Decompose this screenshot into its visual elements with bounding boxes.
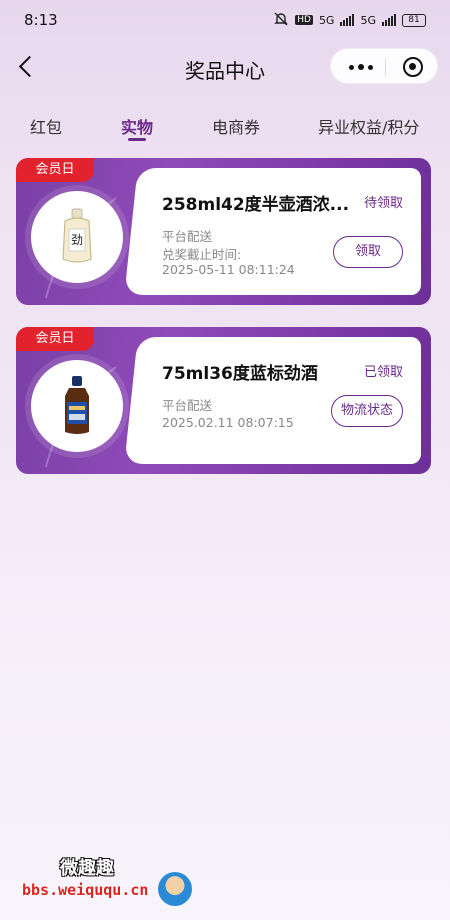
prize-card: 会员日 75ml36度蓝标劲酒 已领取 平台配送 2025.02.11 08:0… — [16, 327, 431, 474]
svg-text:劲: 劲 — [71, 233, 83, 247]
network-label-1: 5G — [318, 13, 335, 27]
signal-icon — [340, 14, 355, 26]
product-name: 258ml42度半壶酒浓... — [162, 195, 350, 215]
mute-bell-icon — [273, 11, 289, 30]
deadline-label: 兑奖截止时间: — [162, 247, 242, 262]
active-tab-indicator — [128, 138, 146, 141]
more-options-icon[interactable] — [345, 55, 377, 79]
tab-hongbao[interactable]: 红包 — [30, 114, 62, 138]
deadline-date: 2025-05-11 08:11:24 — [162, 262, 295, 277]
tab-dianshangquan[interactable]: 电商券 — [212, 114, 260, 138]
tab-bar: 红包 实物 电商券 异业权益/积分 — [0, 110, 450, 144]
watermark-url: bbs.weiququ.cn — [22, 881, 149, 899]
claim-status: 已领取 — [363, 365, 403, 380]
claim-date: 2025.02.11 08:07:15 — [162, 415, 294, 430]
divider — [385, 58, 386, 76]
product-image — [31, 360, 123, 452]
nav-bar: 奖品中心 — [0, 44, 450, 90]
member-day-badge: 会员日 — [16, 327, 94, 351]
tab-yiye-quanyi[interactable]: 异业权益/积分 — [318, 114, 419, 138]
member-day-badge: 会员日 — [16, 158, 94, 182]
delivery-method: 平台配送 — [162, 398, 213, 413]
close-target-icon[interactable] — [403, 57, 423, 77]
prize-card: 会员日 劲 258ml42度半壶酒浓... 待领取 平台配送 兑奖截止时间: 2… — [16, 158, 431, 305]
liquor-bottle-icon — [65, 376, 89, 434]
signal-icon — [382, 14, 396, 26]
hd-badge: HD — [295, 15, 313, 25]
mini-program-capsule — [330, 48, 438, 84]
status-icons: HD 5G 5G 81 — [273, 11, 426, 30]
claim-button[interactable]: 领取 — [333, 236, 403, 268]
battery-icon: 81 — [402, 13, 426, 27]
watermark-title: 微趣趣 — [60, 858, 114, 879]
claim-status: 待领取 — [363, 196, 403, 211]
delivery-method: 平台配送 — [162, 229, 213, 244]
logistics-status-button[interactable]: 物流状态 — [331, 395, 403, 427]
liquor-bottle-icon: 劲 — [62, 208, 92, 263]
prize-info-panel: 75ml36度蓝标劲酒 已领取 平台配送 2025.02.11 08:07:15… — [149, 337, 421, 464]
mascot-icon — [158, 872, 192, 906]
prize-info-panel: 258ml42度半壶酒浓... 待领取 平台配送 兑奖截止时间: 2025-05… — [149, 168, 421, 295]
watermark: 微趣趣 bbs.weiququ.cn — [0, 836, 220, 920]
tab-shiwu[interactable]: 实物 — [121, 114, 153, 138]
product-name: 75ml36度蓝标劲酒 — [162, 364, 318, 384]
network-label-2: 5G — [360, 13, 376, 27]
product-image: 劲 — [31, 191, 123, 283]
status-bar: 8:13 HD 5G 5G 81 — [0, 0, 450, 40]
clock: 8:13 — [24, 11, 58, 29]
